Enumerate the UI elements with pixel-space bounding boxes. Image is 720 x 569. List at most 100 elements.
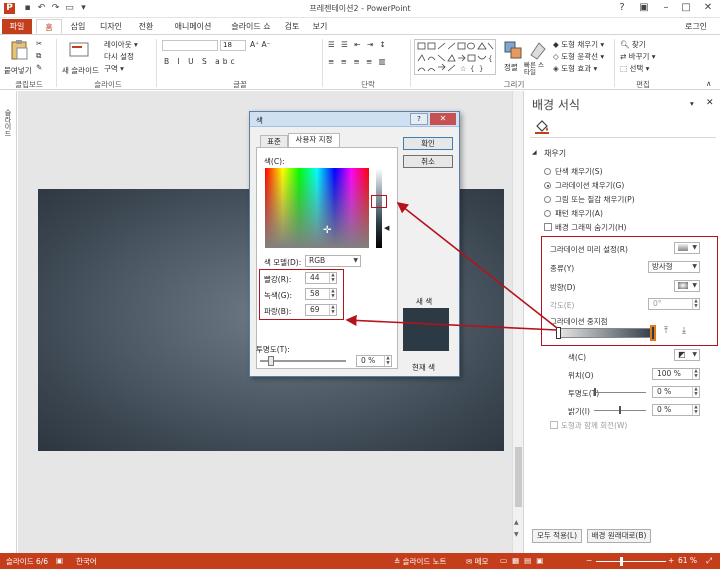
luminance-pointer-icon[interactable]: ◀ (384, 224, 389, 232)
shapes-gallery[interactable]: { ☆ {} (414, 39, 496, 75)
section-button[interactable]: 구역 ▾ (104, 63, 124, 74)
tab-review[interactable]: 검토 (280, 19, 304, 34)
remove-gradient-stop-icon[interactable]: ⤓ (682, 326, 686, 336)
maximize-icon[interactable]: □ (676, 1, 696, 15)
find-button[interactable]: 🔍︎ 찾기 (620, 39, 646, 50)
replace-button[interactable]: ⇄ 바꾸기 ▾ (620, 51, 656, 62)
gradient-stop-handle-end[interactable] (650, 325, 656, 341)
quick-styles-icon[interactable] (527, 39, 549, 61)
dialog-transparency-thumb[interactable] (268, 356, 274, 366)
tab-design[interactable]: 디자인 (94, 19, 128, 34)
cancel-button[interactable]: 취소 (403, 155, 453, 168)
radio-picture-fill[interactable] (544, 196, 551, 203)
color-spectrum[interactable]: ✛ (265, 168, 369, 248)
zoom-out-icon[interactable]: − (586, 556, 592, 565)
dialog-close-button[interactable]: ✕ (430, 113, 456, 125)
grow-font-icon[interactable]: A⁺ A⁻ (250, 40, 271, 49)
transparency-slider-thumb[interactable] (594, 388, 596, 396)
zoom-slider-thumb[interactable] (620, 557, 623, 566)
view-buttons[interactable]: ▭▦▤▣ (500, 556, 548, 565)
zoom-level[interactable]: 61 % (678, 556, 697, 565)
tab-insert[interactable]: 삽입 (64, 19, 92, 34)
blue-spinner[interactable]: 69 ▲ ▼ (305, 304, 337, 316)
fill-bucket-icon[interactable] (534, 118, 550, 134)
quick-styles-button[interactable]: 빠른 스타일 (524, 62, 548, 76)
luminance-bar[interactable] (376, 168, 382, 248)
dialog-transparency-spinner[interactable]: 0 % ▲ ▼ (356, 355, 392, 367)
add-gradient-stop-icon[interactable]: ⤒ (664, 326, 668, 336)
spell-check-icon[interactable]: ▣ (56, 556, 63, 565)
gradient-stop-handle-start[interactable] (556, 327, 561, 339)
rotate-with-shape-checkbox[interactable] (550, 421, 558, 429)
shape-effects-button[interactable]: ◈ 도형 효과 ▾ (553, 63, 597, 74)
fill-section-header[interactable]: 채우기 (544, 148, 566, 159)
ribbon-display-icon[interactable]: ▣ (634, 1, 654, 15)
fit-to-window-icon[interactable]: ⤢ (706, 556, 712, 566)
format-painter-icon[interactable]: ✎ (36, 63, 42, 72)
arrange-button[interactable]: 정렬 (504, 62, 518, 73)
scroll-up-icon[interactable]: ▲ (514, 519, 519, 526)
green-spinner[interactable]: 58 ▲ ▼ (305, 288, 337, 300)
tab-custom[interactable]: 사용자 지정 (288, 133, 340, 148)
collapse-ribbon-icon[interactable]: ∧ (706, 79, 712, 88)
tab-slideshow[interactable]: 슬라이드 쇼 (226, 19, 276, 34)
new-slide-icon[interactable] (68, 39, 90, 61)
collapse-fill-icon[interactable]: ◢ (532, 149, 537, 156)
align-buttons[interactable]: ≡ ≡ ≡ ≡ ▥ (328, 57, 388, 66)
copy-icon[interactable]: ⧉ (36, 51, 41, 61)
radio-pattern-fill[interactable] (544, 210, 551, 217)
zoom-in-icon[interactable]: + (668, 556, 674, 565)
reset-button[interactable]: 다시 설정 (104, 51, 134, 62)
vertical-scrollbar[interactable]: ▲ ▼ (512, 91, 523, 553)
color-model-dropdown[interactable]: RGB ▼ (305, 255, 361, 267)
stop-position-spinner[interactable]: 100 % ▲ ▼ (652, 368, 700, 380)
layout-button[interactable]: 레이아웃 ▾ (104, 39, 138, 50)
comments-button[interactable]: ✉ 메모 (466, 556, 488, 567)
pane-close-icon[interactable]: ✕ (706, 98, 714, 108)
scrollbar-thumb[interactable] (515, 447, 522, 507)
ok-button[interactable]: 확인 (403, 137, 453, 150)
transparency-slider-track[interactable] (594, 392, 646, 393)
font-size-combo[interactable]: 18 (220, 40, 246, 51)
tab-animations[interactable]: 애니메이션 (164, 19, 222, 34)
zoom-slider-track[interactable] (596, 561, 666, 562)
list-buttons[interactable]: ☰ ☰ ⇤ ⇥ ↕ (328, 40, 388, 49)
notes-button[interactable]: ≙ 슬라이드 노트 (394, 556, 446, 567)
font-style-buttons[interactable]: B I U S abc (164, 57, 238, 66)
arrange-icon[interactable] (502, 39, 524, 61)
scroll-down-icon[interactable]: ▼ (514, 531, 519, 538)
dialog-help-button[interactable]: ? (410, 113, 428, 125)
reset-background-button[interactable]: 배경 원래대로(B) (587, 529, 651, 543)
paste-button[interactable]: 붙여넣기 (4, 65, 32, 76)
close-window-icon[interactable]: ✕ (698, 1, 718, 15)
radio-solid-fill[interactable] (544, 168, 551, 175)
gradient-direction-dropdown[interactable]: ▼ (674, 280, 700, 292)
new-slide-button[interactable]: 새 슬라이드 (62, 65, 99, 76)
cut-icon[interactable]: ✂ (36, 39, 42, 48)
gradient-angle-spinner[interactable]: 0° ▲ ▼ (648, 298, 700, 310)
stop-color-dropdown[interactable]: ◩ ▼ (674, 349, 700, 361)
sign-in-link[interactable]: 로그인 (676, 19, 716, 34)
stop-brightness-spinner[interactable]: 0 % ▲ ▼ (652, 404, 700, 416)
pane-options-icon[interactable]: ▾ (690, 99, 694, 108)
language-indicator[interactable]: 한국어 (76, 556, 97, 567)
apply-to-all-button[interactable]: 모두 적용(L) (532, 529, 582, 543)
brightness-slider-thumb[interactable] (619, 406, 621, 414)
gradient-type-dropdown[interactable]: 방사형 ▼ (648, 261, 700, 273)
shape-outline-button[interactable]: ◇ 도형 윤곽선 ▾ (553, 51, 604, 62)
gradient-stops-bar[interactable] (558, 328, 656, 338)
font-name-combo[interactable] (162, 40, 218, 51)
red-spinner[interactable]: 44 ▲ ▼ (305, 272, 337, 284)
radio-gradient-fill[interactable] (544, 182, 551, 189)
tab-view[interactable]: 보기 (308, 19, 332, 34)
stop-transparency-spinner[interactable]: 0 % ▲ ▼ (652, 386, 700, 398)
tab-transitions[interactable]: 전환 (132, 19, 160, 34)
minimize-icon[interactable]: – (656, 1, 676, 15)
tab-file[interactable]: 파일 (2, 19, 32, 34)
tab-home[interactable]: 홈 (36, 19, 62, 34)
help-icon[interactable]: ? (612, 1, 632, 15)
select-button[interactable]: ⬚ 선택 ▾ (620, 63, 649, 74)
gradient-preset-dropdown[interactable]: ▼ (674, 242, 700, 254)
hide-bg-graphics-checkbox[interactable] (544, 223, 552, 231)
shape-fill-button[interactable]: ◆ 도형 채우기 ▾ (553, 39, 604, 50)
